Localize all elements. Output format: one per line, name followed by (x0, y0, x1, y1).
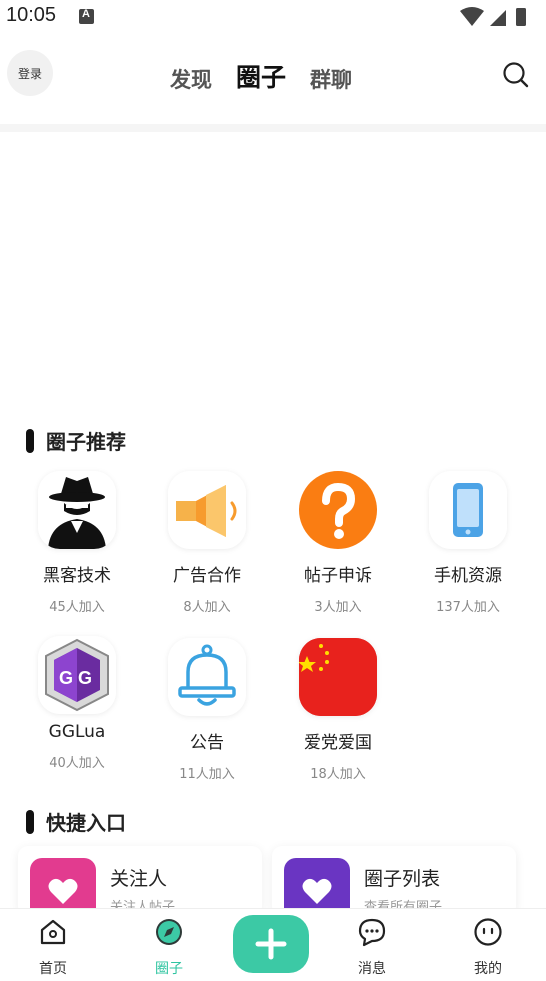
section-bar (26, 809, 34, 834)
signal-icon (490, 10, 506, 26)
battery-icon (516, 8, 526, 26)
bottom-nav: 首页 圈子 消息 我的 (0, 908, 546, 981)
circle-count: 40人加入 (49, 756, 105, 771)
circle-count: 11人加入 (179, 767, 235, 782)
circle-count: 137人加入 (436, 600, 500, 615)
home-icon (40, 919, 66, 945)
app-notification-icon (79, 8, 94, 24)
nav-profile[interactable]: 我的 (448, 917, 528, 978)
shortcut-title: 圈子列表 (364, 868, 441, 890)
circle-item-hacker[interactable]: 黑客技术 45人加入 (12, 471, 142, 615)
phone-icon (429, 471, 507, 549)
section-shortcut-title: 快捷入口 (46, 811, 126, 835)
tab-bar: 发现 圈子 群聊 (170, 58, 352, 94)
section-recommend: 圈子推荐 (26, 426, 126, 455)
circle-name: 爱党爱国 (304, 733, 372, 753)
nav-circles-label: 圈子 (155, 961, 183, 977)
status-indicators (460, 7, 526, 26)
circle-item-phone[interactable]: 手机资源 137人加入 (403, 471, 533, 615)
circle-name: 黑客技术 (43, 566, 111, 586)
create-post-button[interactable] (233, 915, 309, 973)
circle-item-ads[interactable]: 广告合作 8人加入 (142, 471, 272, 615)
circle-item-appeal[interactable]: 帖子申诉 3人加入 (273, 471, 403, 615)
gg-logo-icon: G G (38, 636, 116, 714)
megaphone-icon (168, 471, 246, 549)
nav-circles[interactable]: 圈子 (129, 917, 209, 978)
status-bar: 10:05 (0, 0, 546, 34)
chat-icon (358, 918, 386, 947)
shortcut-circle-list[interactable]: 圈子列表 查看所有圈子 (272, 846, 516, 916)
circle-name: 公告 (190, 733, 224, 753)
circle-name: 广告合作 (173, 566, 241, 586)
tab-group-chat[interactable]: 群聊 (310, 64, 352, 94)
status-time: 10:05 (6, 4, 57, 26)
tab-circles[interactable]: 圈子 (236, 58, 286, 94)
circle-name: 手机资源 (434, 566, 502, 586)
section-bar (26, 428, 34, 453)
question-icon (299, 471, 377, 549)
hacker-icon (38, 471, 116, 549)
shortcut-title: 关注人 (110, 868, 168, 890)
wifi-icon (460, 7, 484, 26)
section-recommend-title: 圈子推荐 (46, 430, 126, 454)
circle-name: 帖子申诉 (304, 566, 372, 586)
face-icon (474, 918, 502, 946)
top-nav: 登录 发现 圈子 群聊 (0, 44, 546, 108)
circle-item-gglua[interactable]: G G GGLua 40人加入 (12, 636, 142, 771)
china-flag-icon (299, 638, 377, 716)
nav-profile-label: 我的 (474, 961, 502, 977)
nav-home[interactable]: 首页 (13, 917, 93, 978)
header-divider (0, 124, 546, 132)
tab-discover[interactable]: 发现 (170, 64, 212, 94)
plus-icon (255, 928, 287, 960)
bell-icon (168, 638, 246, 716)
circle-count: 3人加入 (314, 600, 362, 615)
circle-count: 45人加入 (49, 600, 105, 615)
svg-text:G: G (78, 668, 92, 688)
login-button[interactable]: 登录 (7, 50, 53, 96)
circle-count: 8人加入 (183, 600, 231, 615)
circle-item-notice[interactable]: 公告 11人加入 (142, 638, 272, 782)
nav-messages[interactable]: 消息 (332, 917, 412, 978)
shortcut-following[interactable]: 关注人 关注人帖子 (18, 846, 262, 916)
compass-icon (156, 919, 182, 945)
svg-text:G: G (59, 668, 73, 688)
circle-name: GGLua (48, 722, 106, 742)
circle-count: 18人加入 (310, 767, 366, 782)
circle-item-patriot[interactable]: 爱党爱国 18人加入 (273, 638, 403, 782)
section-shortcuts: 快捷入口 (26, 807, 126, 836)
nav-home-label: 首页 (39, 961, 67, 977)
nav-messages-label: 消息 (358, 961, 386, 977)
search-icon[interactable] (502, 61, 530, 89)
